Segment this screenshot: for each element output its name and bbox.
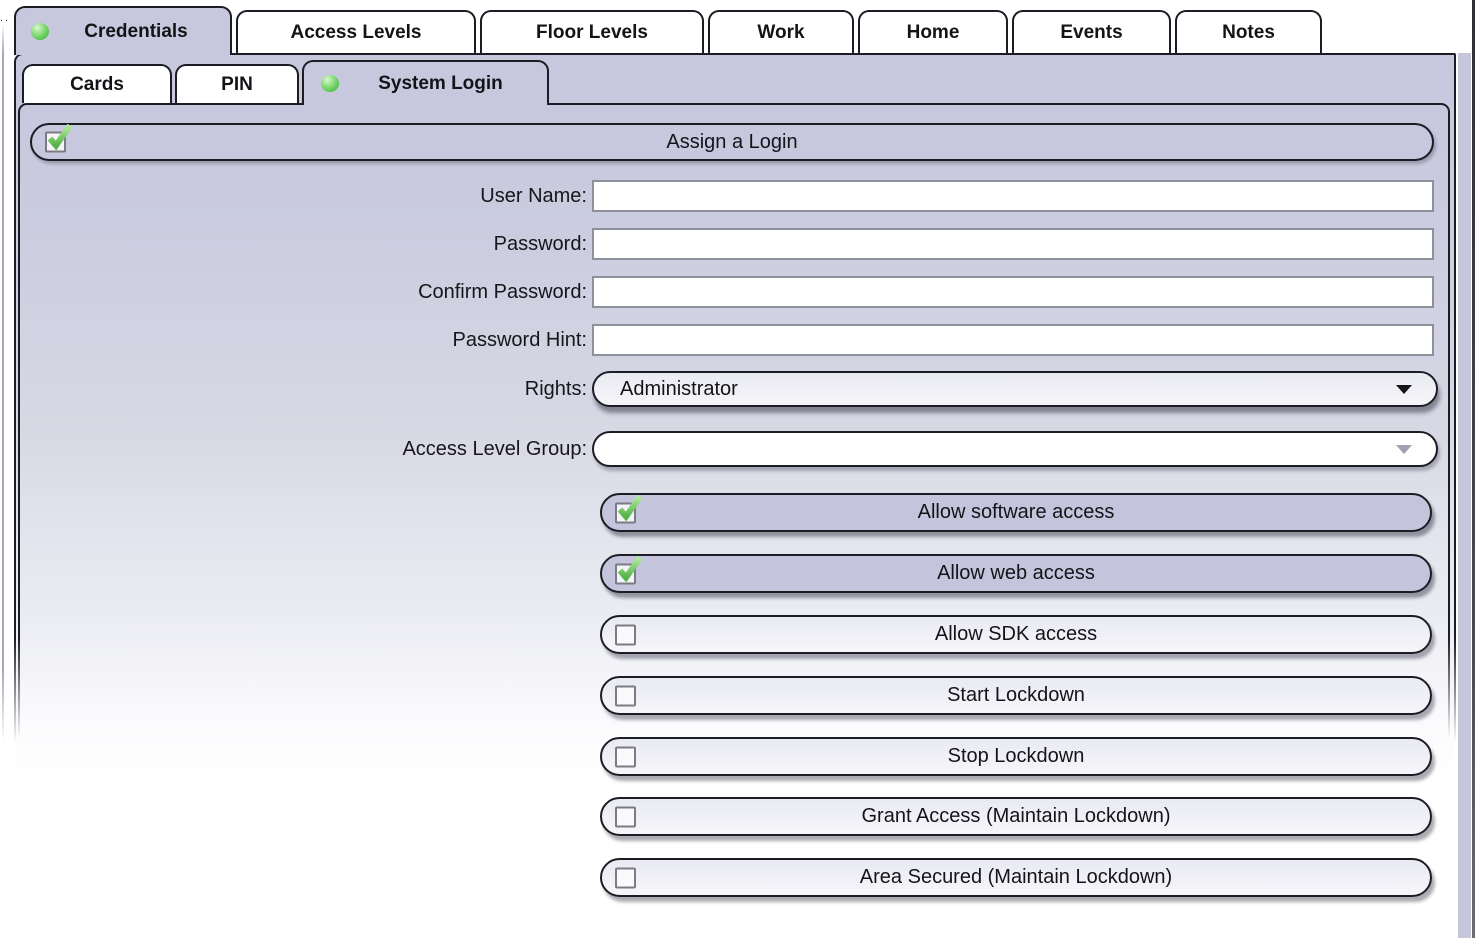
tab-label: Access Levels	[290, 21, 422, 43]
tab-label: Credentials	[84, 20, 188, 42]
app-window: { "window": { "edge_artifact": ".." }, "…	[0, 0, 1476, 938]
checkbox-icon	[615, 494, 643, 523]
tab-notes[interactable]: Notes	[1175, 10, 1322, 53]
area-secured-maintain-lockdown-toggle[interactable]: Area Secured (Maintain Lockdown)	[600, 858, 1432, 897]
start-lockdown-toggle[interactable]: Start Lockdown	[600, 676, 1432, 715]
checkbox-icon	[615, 746, 636, 767]
confirm-password-input[interactable]	[592, 276, 1434, 308]
allow-web-access-toggle[interactable]: Allow web access	[600, 554, 1432, 593]
subtab-pin[interactable]: PIN	[175, 64, 299, 103]
window-left-border	[2, 24, 4, 742]
subtab-label: Cards	[70, 73, 124, 95]
toggle-label: Stop Lockdown	[947, 745, 1085, 767]
tab-label: Notes	[1222, 21, 1275, 43]
rights-selected-value: Administrator	[620, 377, 738, 400]
tab-access-levels[interactable]: Access Levels	[236, 10, 476, 53]
toggle-label: Allow SDK access	[934, 623, 1098, 645]
tab-label: Events	[1060, 21, 1123, 43]
toggle-label: Allow software access	[917, 501, 1115, 523]
chevron-down-icon	[1396, 445, 1412, 454]
confirm-password-label: Confirm Password:	[418, 281, 587, 303]
window-right-gutter	[1458, 53, 1471, 938]
subtab-cards[interactable]: Cards	[22, 64, 172, 103]
tab-label: Home	[906, 21, 960, 43]
password-hint-input[interactable]	[592, 324, 1434, 356]
tab-events[interactable]: Events	[1012, 10, 1171, 53]
credential-sub-tab-bar: Cards PIN System Login	[22, 60, 549, 105]
checkmark-icon	[617, 494, 643, 521]
assign-login-label: Assign a Login	[666, 130, 798, 153]
checkbox-icon	[615, 806, 636, 827]
chevron-down-icon	[1396, 385, 1412, 394]
checkbox-icon	[615, 624, 636, 645]
tab-label: Work	[757, 21, 805, 43]
grant-access-maintain-lockdown-toggle[interactable]: Grant Access (Maintain Lockdown)	[600, 797, 1432, 836]
subtab-label: PIN	[221, 73, 253, 95]
system-login-background: Assign a Login User Name: Password: Conf…	[20, 105, 1448, 938]
status-dot-icon	[321, 75, 339, 92]
credentials-page-panel: Cards PIN System Login Assign a Login Us…	[14, 53, 1456, 938]
password-hint-label: Password Hint:	[452, 329, 588, 351]
subtab-system-login[interactable]: System Login	[302, 60, 549, 105]
password-label: Password:	[493, 233, 587, 255]
checkmark-icon	[47, 123, 73, 151]
tab-floor-levels[interactable]: Floor Levels	[480, 10, 704, 53]
username-label: User Name:	[480, 185, 587, 207]
checkmark-icon	[617, 555, 643, 582]
checkbox-icon	[615, 867, 636, 888]
checkbox-icon	[615, 555, 643, 584]
toggle-label: Grant Access (Maintain Lockdown)	[861, 805, 1171, 827]
rights-dropdown[interactable]: Administrator	[592, 371, 1438, 407]
credentials-page-background: Cards PIN System Login Assign a Login Us…	[16, 55, 1454, 938]
system-login-panel: Assign a Login User Name: Password: Conf…	[18, 103, 1450, 938]
stop-lockdown-toggle[interactable]: Stop Lockdown	[600, 737, 1432, 776]
allow-software-access-toggle[interactable]: Allow software access	[600, 493, 1432, 532]
assign-login-toggle-button[interactable]: Assign a Login	[30, 123, 1434, 161]
username-input[interactable]	[592, 180, 1434, 212]
toggle-label: Area Secured (Maintain Lockdown)	[859, 866, 1173, 888]
window-right-border	[1472, 0, 1475, 938]
tab-work[interactable]: Work	[708, 10, 854, 53]
tab-credentials[interactable]: Credentials	[14, 6, 232, 55]
main-tab-bar: Credentials Access Levels Floor Levels W…	[14, 6, 1322, 55]
access-level-group-label: Access Level Group:	[402, 438, 587, 460]
allow-sdk-access-toggle[interactable]: Allow SDK access	[600, 615, 1432, 654]
tab-home[interactable]: Home	[858, 10, 1008, 53]
toggle-label: Allow web access	[937, 562, 1095, 584]
access-level-group-dropdown[interactable]	[592, 431, 1438, 467]
checkbox-icon	[615, 685, 636, 706]
edge-artifact-dots: ..	[0, 12, 11, 24]
password-input[interactable]	[592, 228, 1434, 260]
rights-label: Rights:	[524, 378, 587, 400]
tab-label: Floor Levels	[536, 21, 648, 43]
checkbox-icon	[45, 123, 73, 153]
subtab-label: System Login	[378, 72, 503, 94]
toggle-label: Start Lockdown	[947, 684, 1085, 706]
status-dot-icon	[31, 23, 49, 40]
